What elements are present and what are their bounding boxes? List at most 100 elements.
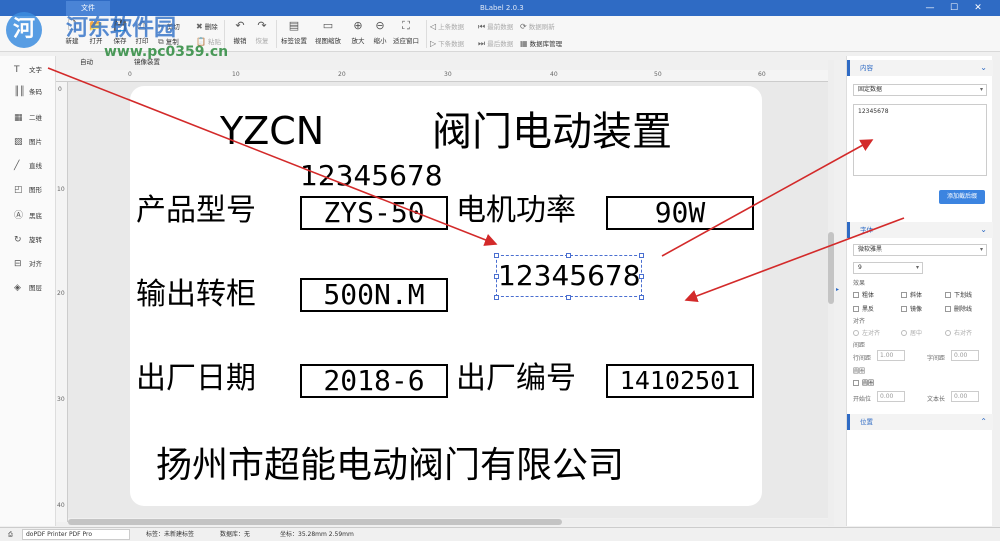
redo-icon: ↷ — [257, 19, 267, 32]
position-section-title: 位置 — [860, 418, 873, 426]
resize-handle[interactable] — [566, 295, 571, 300]
ruler-tick: 20 — [57, 290, 65, 297]
font-family-select[interactable]: 微软雅黑 ▾ — [853, 244, 987, 256]
fit-window-button[interactable]: ⛶ 适应窗口 — [390, 18, 422, 45]
label-settings-button[interactable]: ▤ 标签设置 — [278, 18, 310, 45]
label-serial-caption[interactable]: 出厂编号 — [456, 364, 576, 394]
content-section-title: 内容 — [860, 64, 873, 72]
last-record-icon: ⏭ — [478, 39, 486, 48]
content-section-header[interactable]: 内容 ⌄ — [847, 60, 993, 76]
label-date-value[interactable]: 2018-6 — [300, 364, 448, 398]
label-torque-value[interactable]: 500N.M — [300, 278, 448, 312]
vertical-scroll-thumb[interactable] — [828, 232, 834, 304]
refresh-data-button[interactable]: ⟳ 数据刷新 — [520, 21, 555, 31]
ruler-tick: 40 — [57, 502, 65, 509]
strikethrough-checkbox[interactable]: 删除线 — [945, 304, 972, 313]
printer-select[interactable]: doPDF Printer PDF Pro — [22, 529, 130, 540]
line-spacing-input[interactable]: 1.00 — [877, 350, 905, 361]
ruler-tick: 10 — [57, 186, 65, 193]
resize-handle[interactable] — [494, 295, 499, 300]
invert-icon: Ⓐ — [14, 211, 24, 221]
effects-label: 效果 — [853, 280, 866, 287]
label-brand[interactable]: YZCN — [220, 112, 324, 150]
label-settings-icon: ▤ — [288, 19, 300, 32]
align-right-radio[interactable]: 右对齐 — [945, 328, 972, 337]
text-tool-icon: T — [14, 65, 20, 75]
tool-shape[interactable]: ◰ 图形 — [14, 184, 42, 195]
dropdown-arrow-icon: ▾ — [979, 86, 983, 93]
resize-handle[interactable] — [639, 253, 644, 258]
chevron-down-icon: ⌄ — [980, 63, 987, 72]
position-section-header[interactable]: 位置 ⌃ — [847, 414, 993, 430]
start-angle-input[interactable]: 0.00 — [877, 391, 905, 402]
tool-rotate[interactable]: ↻ 旋转 — [14, 234, 42, 245]
arc-checkbox[interactable]: 圆圈 — [853, 378, 874, 387]
chevron-down-icon: ⌄ — [980, 225, 987, 234]
database-manage-button[interactable]: ▦ 数据库管理 — [520, 38, 562, 48]
font-size-select[interactable]: 9 ▾ — [853, 262, 923, 274]
redo-button[interactable]: ↷ 恢复 — [248, 18, 276, 45]
layers-icon: ◈ — [14, 283, 21, 293]
label-torque-caption[interactable]: 输出转柜 — [136, 280, 256, 310]
label-power-caption[interactable]: 电机功率 — [456, 196, 576, 226]
ribbon-divider — [426, 20, 427, 48]
tool-invert[interactable]: Ⓐ 黑底 — [14, 208, 42, 221]
label-model-value[interactable]: ZYS-50 — [300, 196, 448, 230]
close-button[interactable]: ✕ — [968, 0, 988, 16]
maximize-button[interactable]: ☐ — [944, 0, 964, 16]
refresh-icon: ⟳ — [520, 22, 527, 31]
align-icon: ⊟ — [14, 259, 22, 269]
selection-box[interactable] — [496, 255, 642, 297]
italic-checkbox[interactable]: 斜体 — [901, 290, 922, 299]
ruler-tick: 30 — [57, 396, 65, 403]
resize-handle[interactable] — [639, 295, 644, 300]
bold-checkbox[interactable]: 粗体 — [853, 290, 874, 299]
label-product-title[interactable]: 阀门电动装置 — [432, 112, 672, 152]
prev-record-button[interactable]: ◁ 上条数据 — [430, 21, 464, 31]
status-label-name: 标签：未新建标签 — [146, 531, 195, 538]
font-section-header[interactable]: 字体 ⌄ — [847, 222, 993, 238]
first-record-button[interactable]: ⏮ 最前数据 — [478, 21, 513, 32]
add-suffix-button[interactable]: 添加截后缀 — [939, 190, 985, 204]
tool-text[interactable]: T 文字 — [14, 64, 42, 75]
label-model-caption[interactable]: 产品型号 — [136, 196, 256, 226]
content-textarea[interactable]: 12345678 — [853, 104, 987, 176]
text-length-input[interactable]: 0.00 — [951, 391, 979, 402]
resize-handle[interactable] — [494, 253, 499, 258]
tool-line[interactable]: ╱ 直线 — [14, 160, 42, 171]
spacing-label: 间距 — [853, 342, 866, 349]
next-record-button[interactable]: ▷ 下条数据 — [430, 38, 464, 48]
label-top-number[interactable]: 12345678 — [300, 162, 443, 190]
char-spacing-label: 字间距 — [927, 355, 946, 362]
invert-checkbox[interactable]: 黑反 — [853, 304, 874, 313]
mirror-checkbox[interactable]: 镜像 — [901, 304, 922, 313]
horizontal-scroll-thumb[interactable] — [68, 519, 562, 525]
minimize-button[interactable]: — — [920, 0, 940, 16]
tool-layer[interactable]: ◈ 图层 — [14, 282, 42, 293]
resize-handle[interactable] — [566, 253, 571, 258]
label-power-value[interactable]: 90W — [606, 196, 754, 230]
tool-barcode[interactable]: ║║ 条码 — [14, 86, 42, 97]
status-coordinates: 坐标：35.28mm 2.59mm — [280, 531, 354, 538]
chevron-up-icon: ⌃ — [980, 417, 987, 426]
align-left-radio[interactable]: 左对齐 — [853, 328, 880, 337]
char-spacing-input[interactable]: 0.00 — [951, 350, 979, 361]
view-zoom-button[interactable]: ▭ 视图缩放 — [312, 18, 344, 45]
align-center-radio[interactable]: 居中 — [901, 328, 922, 337]
resize-handle[interactable] — [494, 274, 499, 279]
panel-collapse-icon[interactable]: ▸ — [836, 286, 839, 293]
data-source-select[interactable]: 固定数据 ▾ — [853, 84, 987, 96]
last-record-button[interactable]: ⏭ 最后数据 — [478, 38, 513, 49]
label-company[interactable]: 扬州市超能电动阀门有限公司 — [156, 448, 624, 484]
tool-image[interactable]: ▨ 图片 — [14, 136, 42, 147]
label-date-caption[interactable]: 出厂日期 — [136, 364, 256, 394]
arrow-up-icon: ◁ — [430, 22, 437, 31]
printer-icon: ⎙ — [8, 531, 13, 538]
resize-handle[interactable] — [639, 274, 644, 279]
underline-checkbox[interactable]: 下划线 — [945, 290, 972, 299]
image-icon: ▨ — [14, 137, 23, 147]
tool-qrcode[interactable]: ▦ 二维 — [14, 112, 42, 123]
label-serial-value[interactable]: 14102501 — [606, 364, 754, 398]
tool-align[interactable]: ⊟ 对齐 — [14, 258, 42, 269]
window-title: BLabel 2.0.3 — [480, 4, 524, 12]
